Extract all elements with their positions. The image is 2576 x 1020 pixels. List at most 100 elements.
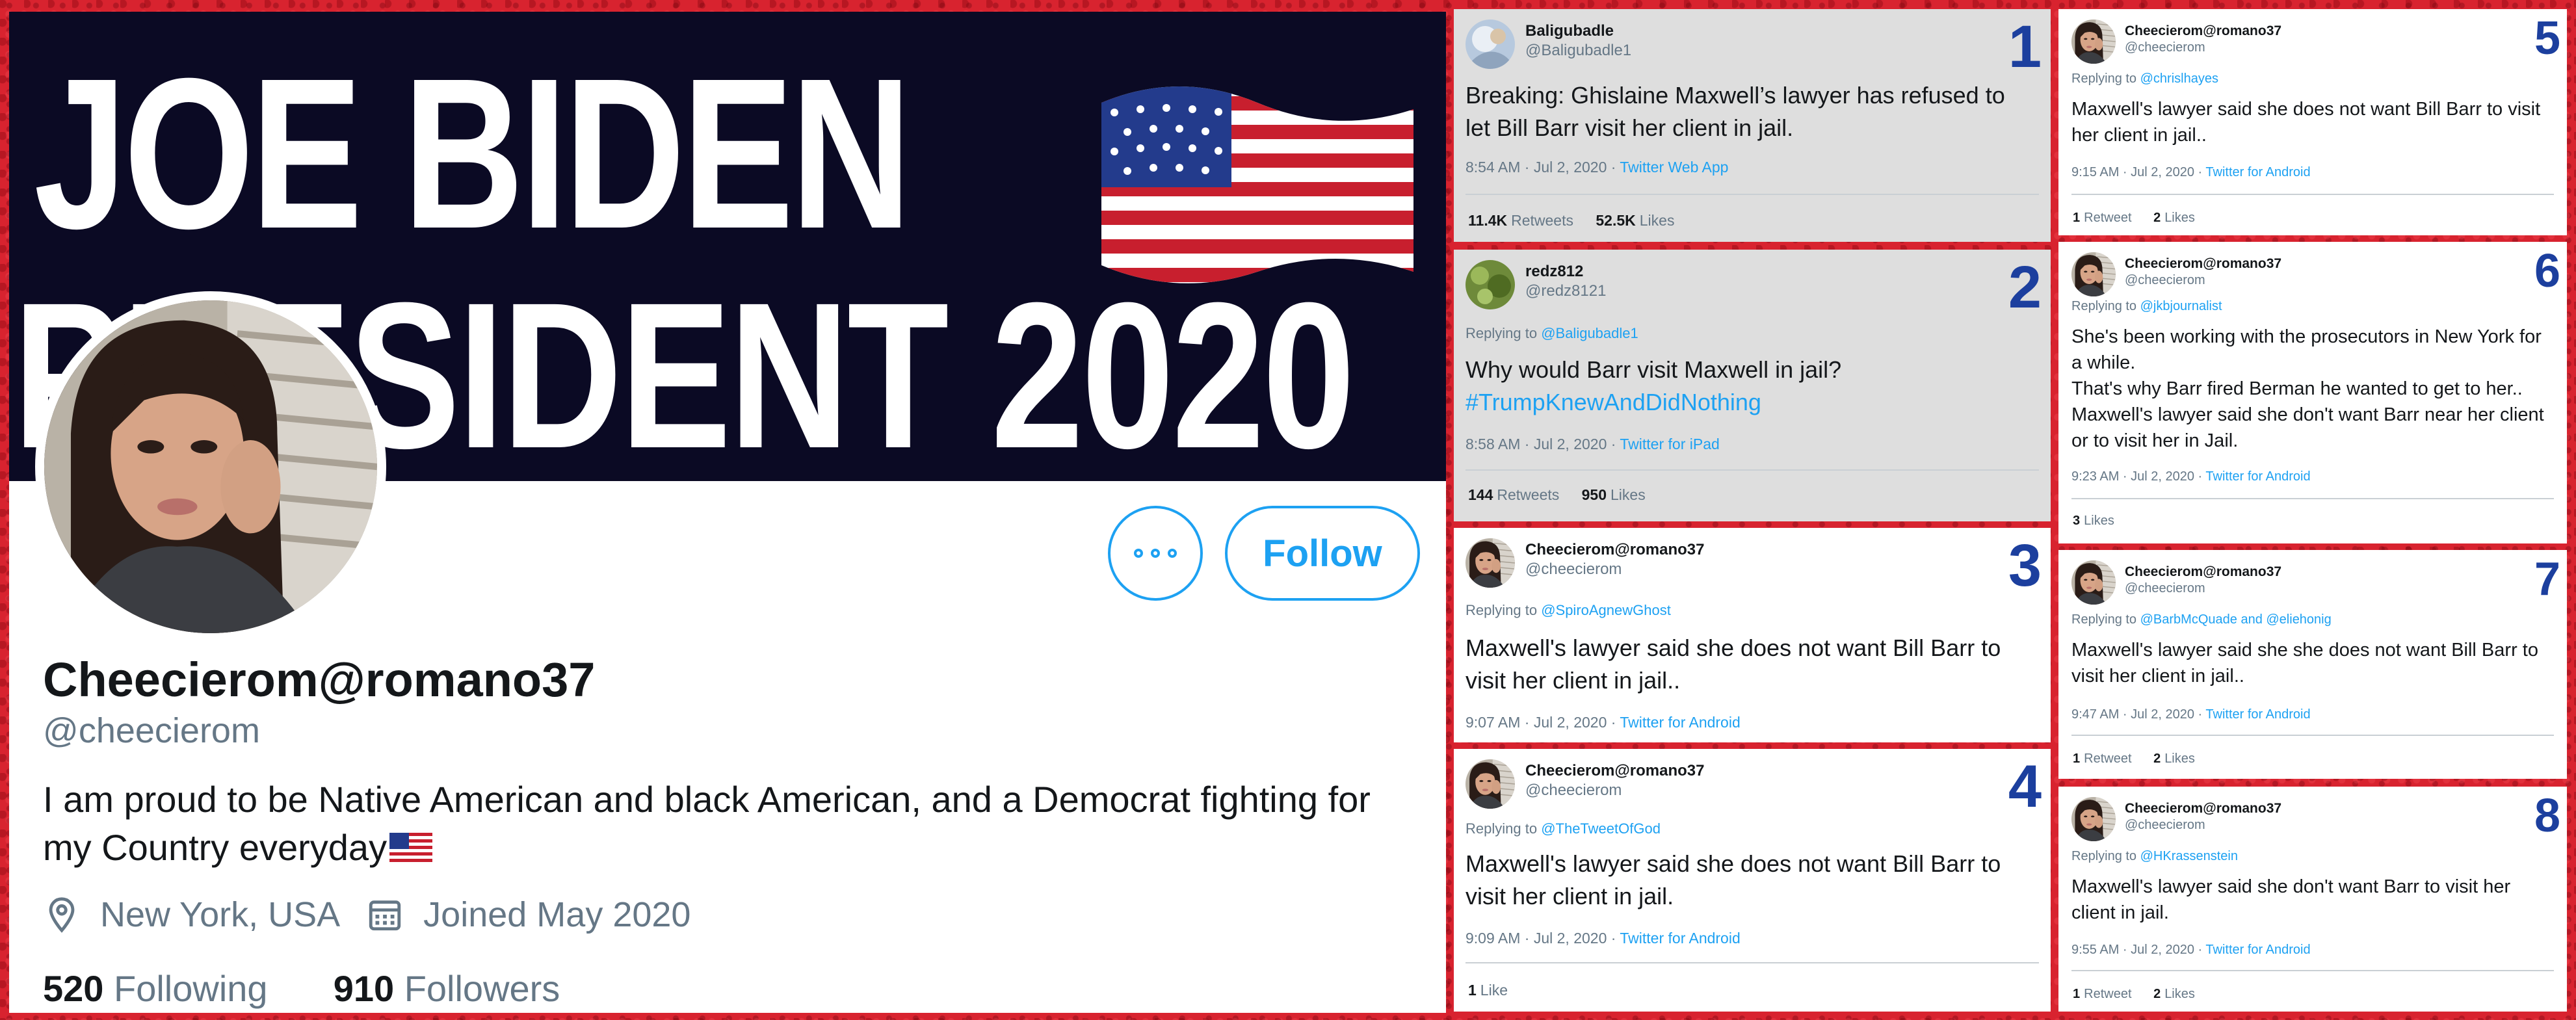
tweet-source-link[interactable]: Twitter for Android: [2205, 469, 2310, 484]
followers-link[interactable]: 910 Followers: [334, 968, 560, 1009]
likes-link[interactable]: 2 Likes: [2153, 211, 2195, 225]
likes-label: Likes: [2164, 987, 2195, 1001]
tweet-author-handle[interactable]: @cheecierom: [2125, 40, 2205, 55]
tweet-author-handle[interactable]: @cheecierom: [1525, 781, 1622, 800]
tweet-card-3[interactable]: Cheecierom@romano37 @cheecierom 3 Replyi…: [1454, 528, 2051, 742]
divider: [2071, 735, 2554, 736]
tweet-avatar[interactable]: [1465, 260, 1515, 309]
tweet-author-name[interactable]: Cheecierom@romano37: [2125, 256, 2281, 272]
divider: [1465, 469, 2039, 471]
tweet-text-body: Why would Barr visit Maxwell in jail?: [1465, 356, 1842, 383]
more-options-button[interactable]: [1108, 506, 1203, 601]
follow-button[interactable]: Follow: [1225, 506, 1420, 601]
reply-to-link[interactable]: @TheTweetOfGod: [1541, 820, 1661, 837]
reply-to-link[interactable]: @SpiroAgnewGhost: [1541, 602, 1671, 618]
tweet-avatar[interactable]: [2071, 797, 2116, 841]
likes-link[interactable]: 950 Likes: [1582, 486, 1646, 503]
reply-to-link[interactable]: @eliehonig: [2266, 612, 2331, 627]
tweet-author-handle[interactable]: @cheecierom: [2125, 818, 2205, 833]
tweet-number-label: 8: [2534, 790, 2560, 842]
tweet-stats: 11.4K Retweets 52.5K Likes: [1468, 212, 1674, 229]
likes-count: 1: [1468, 982, 1477, 999]
tweet-author-name[interactable]: Cheecierom@romano37: [2125, 23, 2281, 39]
likes-link[interactable]: 2 Likes: [2153, 752, 2195, 766]
reply-to-link[interactable]: @HKrassenstein: [2140, 849, 2238, 863]
tweet-timestamp: 9:23 AM · Jul 2, 2020 · Twitter for Andr…: [2071, 469, 2311, 484]
likes-label: Likes: [1639, 212, 1675, 229]
tweet-source-link[interactable]: Twitter for Android: [1620, 714, 1740, 731]
tweet-card-1[interactable]: Baligubadle @Baligubadle1 1 Breaking: Gh…: [1454, 9, 2051, 242]
likes-link[interactable]: 52.5K Likes: [1596, 212, 1674, 229]
likes-label: Likes: [2084, 514, 2114, 528]
tweet-time-text: 9:55 AM · Jul 2, 2020 ·: [2071, 943, 2206, 957]
retweets-label: Retweet: [2084, 211, 2132, 225]
likes-link[interactable]: 3 Likes: [2073, 514, 2114, 528]
tweet-source-link[interactable]: Twitter for Android: [2205, 165, 2310, 179]
tweet-timestamp: 9:15 AM · Jul 2, 2020 · Twitter for Andr…: [2071, 165, 2311, 180]
tweet-stats: 1 Retweet 2 Likes: [2073, 752, 2195, 766]
retweets-link[interactable]: 1 Retweet: [2073, 987, 2132, 1001]
tweet-source-link[interactable]: Twitter for iPad: [1620, 436, 1719, 452]
profile-counts: 520 Following 910 Followers: [43, 967, 560, 1010]
tweet-author-name[interactable]: Baligubadle: [1525, 22, 1614, 40]
retweets-link[interactable]: 11.4K Retweets: [1468, 212, 1573, 229]
likes-count: 950: [1581, 486, 1607, 503]
american-flag-icon: [1088, 77, 1426, 291]
retweets-label: Retweets: [1511, 212, 1573, 229]
retweets-link[interactable]: 144 Retweets: [1468, 486, 1559, 503]
tweet-source-link[interactable]: Twitter for Android: [2205, 943, 2310, 957]
tweet-author-name[interactable]: Cheecierom@romano37: [1525, 762, 1705, 780]
profile-joined-text: Joined May 2020: [423, 895, 691, 934]
tweet-text: Maxwell's lawyer said she don't want Bar…: [2071, 876, 2511, 923]
likes-link[interactable]: 2 Likes: [2153, 987, 2195, 1001]
divider: [1465, 962, 2039, 963]
following-link[interactable]: 520 Following: [43, 968, 268, 1009]
tweet-author-name[interactable]: redz812: [1525, 263, 1583, 281]
likes-count: 2: [2153, 211, 2161, 225]
tweet-author-handle[interactable]: @cheecierom: [2125, 581, 2205, 596]
tweet-avatar[interactable]: [1465, 538, 1515, 588]
profile-display-name: Cheecierom@romano37: [43, 653, 596, 707]
tweet-author-handle[interactable]: @cheecierom: [2125, 273, 2205, 288]
tweet-source-link[interactable]: Twitter Web App: [1620, 159, 1728, 176]
tweet-card-6[interactable]: Cheecierom@romano37 @cheecierom 6 Replyi…: [2058, 242, 2567, 543]
reply-to-link[interactable]: @chrislhayes: [2140, 72, 2218, 86]
profile-bio-text: I am proud to be Native American and bla…: [43, 779, 1371, 868]
reply-to-link[interactable]: @jkbjournalist: [2140, 299, 2222, 313]
tweet-time-text: 9:23 AM · Jul 2, 2020 ·: [2071, 469, 2206, 484]
retweets-count: 1: [2073, 752, 2081, 766]
tweet-text: Maxwell's lawyer said she she does not w…: [2071, 640, 2538, 687]
reply-prefix: Replying to: [1465, 325, 1542, 341]
retweets-count: 1: [2073, 987, 2081, 1001]
tweet-card-2[interactable]: redz812 @redz8121 2 Replying to @Baligub…: [1454, 250, 2051, 521]
tweet-author-name[interactable]: Cheecierom@romano37: [1525, 541, 1705, 559]
tweet-card-8[interactable]: Cheecierom@romano37 @cheecierom 8 Replyi…: [2058, 787, 2567, 1012]
tweet-avatar[interactable]: [2071, 252, 2116, 296]
tweet-source-link[interactable]: Twitter for Android: [2205, 707, 2310, 722]
retweets-link[interactable]: 1 Retweet: [2073, 211, 2132, 225]
tweet-text-line: Maxwell's lawyer said she don't want Bar…: [2071, 404, 2544, 451]
us-flag-emoji-icon: [389, 833, 433, 864]
reply-prefix: Replying to: [2071, 849, 2140, 863]
tweet-avatar[interactable]: [2071, 20, 2116, 64]
tweet-card-5[interactable]: Cheecierom@romano37 @cheecierom 5 Replyi…: [2058, 9, 2567, 235]
hashtag-link[interactable]: #TrumpKnewAndDidNothing: [1465, 389, 1761, 415]
likes-link[interactable]: 1 Like: [1468, 982, 1508, 999]
tweet-avatar[interactable]: [2071, 560, 2116, 605]
tweet-author-name[interactable]: Cheecierom@romano37: [2125, 564, 2281, 580]
retweets-link[interactable]: 1 Retweet: [2073, 752, 2132, 766]
reply-to-link[interactable]: @Baligubadle1: [1541, 325, 1638, 341]
tweet-timestamp: 9:47 AM · Jul 2, 2020 · Twitter for Andr…: [2071, 707, 2311, 722]
tweet-card-7[interactable]: Cheecierom@romano37 @cheecierom 7 Replyi…: [2058, 550, 2567, 779]
tweet-card-4[interactable]: Cheecierom@romano37 @cheecierom 4 Replyi…: [1454, 749, 2051, 1012]
likes-label: Likes: [2164, 211, 2195, 225]
tweet-author-handle[interactable]: @redz8121: [1525, 282, 1606, 300]
tweet-author-handle[interactable]: @Baligubadle1: [1525, 42, 1631, 60]
profile-avatar[interactable]: [35, 291, 386, 642]
reply-to-link[interactable]: @BarbMcQuade: [2140, 612, 2237, 627]
tweet-avatar[interactable]: [1465, 759, 1515, 809]
tweet-source-link[interactable]: Twitter for Android: [1620, 930, 1740, 947]
tweet-author-name[interactable]: Cheecierom@romano37: [2125, 801, 2281, 817]
tweet-author-handle[interactable]: @cheecierom: [1525, 560, 1622, 579]
tweet-avatar[interactable]: [1465, 20, 1515, 69]
